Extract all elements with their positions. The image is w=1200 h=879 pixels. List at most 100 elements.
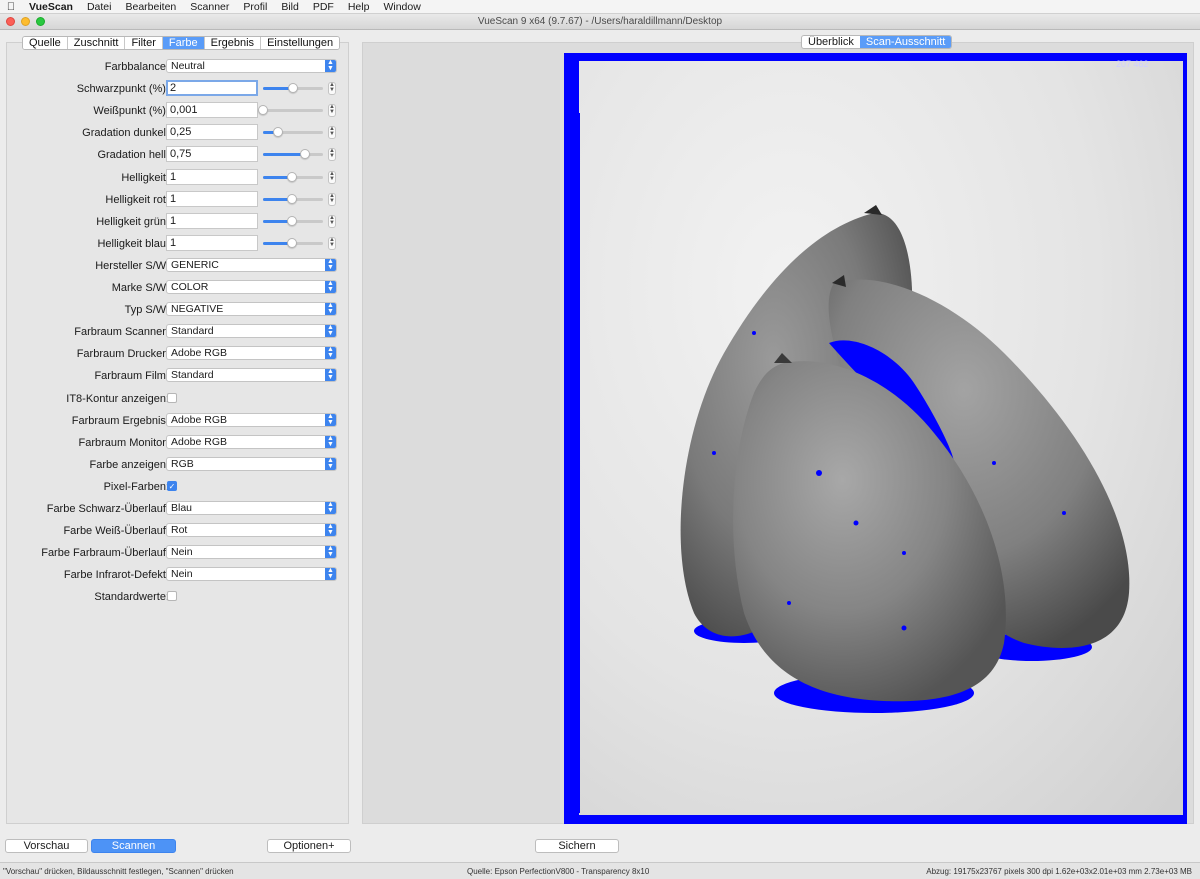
setting-select[interactable]: Rot ▲ ▼ xyxy=(166,523,337,538)
setting-row: Standardwerte: xyxy=(8,588,343,606)
slider-knob[interactable] xyxy=(286,237,297,248)
window-title: VueScan 9 x64 (9.7.67) - /Users/haraldil… xyxy=(477,16,723,27)
menu-profil[interactable]: Profil xyxy=(236,0,274,14)
setting-select[interactable]: COLOR ▲ ▼ xyxy=(166,280,337,294)
setting-row: Helligkeit blau: 1 ▲ ▼ xyxy=(8,234,343,253)
setting-row: Helligkeit: 1 ▲ ▼ xyxy=(8,168,343,187)
chevron-updown-icon: ▲ ▼ xyxy=(325,523,336,537)
setting-slider[interactable] xyxy=(263,171,323,182)
setting-select[interactable]: Neutral ▲ ▼ xyxy=(166,59,337,73)
setting-select[interactable]: Standard ▲ ▼ xyxy=(166,368,337,383)
slider-knob[interactable] xyxy=(286,215,297,226)
setting-slider[interactable] xyxy=(263,237,323,248)
setting-slider[interactable] xyxy=(263,149,323,160)
setting-row: Farbraum Ergebnis: Adobe RGB ▲ ▼ xyxy=(8,412,343,430)
setting-row: Farbe Weiß-Überlauf: Rot ▲ ▼ xyxy=(8,522,343,540)
menu-bearbeiten[interactable]: Bearbeiten xyxy=(118,0,183,14)
slider-knob[interactable] xyxy=(258,105,268,116)
setting-row: Farbe Schwarz-Überlauf: Blau ▲ ▼ xyxy=(8,500,343,518)
tab-scan-ausschnitt[interactable]: Scan-Ausschnitt xyxy=(859,36,952,48)
setting-select[interactable]: Nein ▲ ▼ xyxy=(166,545,337,560)
stepper-icon[interactable]: ▲ ▼ xyxy=(328,236,336,250)
setting-text-field[interactable]: 0,25 xyxy=(166,124,258,141)
tab-zuschnitt[interactable]: Zuschnitt xyxy=(67,37,126,49)
setting-text-field[interactable]: 2 xyxy=(166,80,258,97)
setting-select[interactable]: Adobe RGB ▲ ▼ xyxy=(166,346,337,361)
setting-label: Helligkeit: xyxy=(121,171,169,184)
options-button[interactable]: Optionen+ xyxy=(267,839,351,853)
menu-bild[interactable]: Bild xyxy=(274,0,306,14)
setting-text-field[interactable]: 1 xyxy=(166,190,258,207)
setting-checkbox[interactable] xyxy=(167,392,177,403)
stepper-icon[interactable]: ▲ ▼ xyxy=(328,104,336,118)
tab-quelle[interactable]: Quelle xyxy=(23,37,68,49)
menu-datei[interactable]: Datei xyxy=(80,0,119,14)
setting-checkbox[interactable] xyxy=(167,591,177,602)
tab-ergebnis[interactable]: Ergebnis xyxy=(204,37,262,49)
setting-slider[interactable] xyxy=(263,83,323,94)
menu-help[interactable]: Help xyxy=(341,0,377,14)
setting-text-field[interactable]: 1 xyxy=(166,168,258,185)
slider-knob[interactable] xyxy=(273,127,283,138)
slider-knob[interactable] xyxy=(288,83,298,94)
scan-preview[interactable]: 207 462 xyxy=(564,53,1187,824)
setting-row: Helligkeit rot: 1 ▲ ▼ xyxy=(8,190,343,209)
select-value: Standard xyxy=(171,369,214,382)
slider-knob[interactable] xyxy=(300,149,310,160)
setting-slider[interactable] xyxy=(263,215,323,226)
chevron-updown-icon: ▲ ▼ xyxy=(325,545,336,559)
apple-icon[interactable]:  xyxy=(0,1,22,13)
slider-knob[interactable] xyxy=(286,171,297,182)
setting-label: Farbraum Scanner: xyxy=(74,326,169,339)
setting-select[interactable]: RGB ▲ ▼ xyxy=(166,456,337,471)
chevron-updown-icon: ▲ ▼ xyxy=(325,324,336,338)
tab-einstellungen[interactable]: Einstellungen xyxy=(261,37,340,49)
setting-text-field[interactable]: 0,75 xyxy=(166,146,258,163)
tab-filter[interactable]: Filter xyxy=(125,37,163,49)
setting-slider[interactable] xyxy=(263,127,323,138)
select-value: Nein xyxy=(171,546,193,559)
setting-label: Farbe anzeigen: xyxy=(89,458,170,471)
setting-label: Farbbalance: xyxy=(104,61,169,73)
status-bar: "Vorschau" drücken, Bildausschnitt festl… xyxy=(0,862,1200,879)
setting-text-field[interactable]: 0,001 xyxy=(166,102,258,119)
setting-row: Farbraum Monitor: Adobe RGB ▲ ▼ xyxy=(8,434,343,452)
setting-text-field[interactable]: 1 xyxy=(166,212,258,229)
setting-select[interactable]: GENERIC ▲ ▼ xyxy=(166,257,337,272)
status-output: Abzug: 19175x23767 pixels 300 dpi 1.62e+… xyxy=(926,867,1192,876)
menu-app[interactable]: VueScan xyxy=(22,0,80,14)
chevron-updown-icon: ▲ ▼ xyxy=(325,435,336,448)
tab-farbe[interactable]: Farbe xyxy=(162,37,205,49)
setting-row: Schwarzpunkt (%): 2 ▲ ▼ xyxy=(8,80,343,98)
menu-scanner[interactable]: Scanner xyxy=(183,0,236,14)
settings-tabs: Quelle Zuschnitt Filter Farbe Ergebnis E… xyxy=(22,36,341,50)
stepper-icon[interactable]: ▲ ▼ xyxy=(328,126,336,140)
setting-select[interactable]: Adobe RGB ▲ ▼ xyxy=(166,434,337,449)
preview-button[interactable]: Vorschau xyxy=(5,839,88,853)
setting-checkbox[interactable]: ✓ xyxy=(167,480,177,491)
tab-ueberblick[interactable]: Überblick xyxy=(802,36,860,48)
stepper-icon[interactable]: ▲ ▼ xyxy=(328,82,336,96)
setting-select[interactable]: Blau ▲ ▼ xyxy=(166,501,337,515)
save-button[interactable]: Sichern xyxy=(535,839,619,853)
setting-label: Hersteller S/W: xyxy=(95,259,169,272)
setting-slider[interactable] xyxy=(258,105,323,116)
setting-select[interactable]: NEGATIVE ▲ ▼ xyxy=(166,302,337,317)
slider-knob[interactable] xyxy=(286,193,297,204)
stepper-icon[interactable]: ▲ ▼ xyxy=(328,214,336,228)
setting-select[interactable]: Standard ▲ ▼ xyxy=(166,324,337,339)
setting-select[interactable]: Nein ▲ ▼ xyxy=(166,567,337,582)
setting-label: Farbraum Film: xyxy=(94,370,169,383)
setting-label: Helligkeit rot: xyxy=(105,193,169,206)
chevron-updown-icon: ▲ ▼ xyxy=(325,457,336,470)
menu-pdf[interactable]: PDF xyxy=(306,0,341,14)
scan-button[interactable]: Scannen xyxy=(91,839,176,853)
menu-window[interactable]: Window xyxy=(376,0,427,14)
setting-slider[interactable] xyxy=(263,193,323,204)
setting-select[interactable]: Adobe RGB ▲ ▼ xyxy=(166,412,337,427)
stepper-icon[interactable]: ▲ ▼ xyxy=(328,148,336,162)
stepper-icon[interactable]: ▲ ▼ xyxy=(328,170,336,184)
setting-row: Farbe anzeigen: RGB ▲ ▼ xyxy=(8,456,343,474)
setting-text-field[interactable]: 1 xyxy=(166,234,258,251)
stepper-icon[interactable]: ▲ ▼ xyxy=(328,192,336,206)
